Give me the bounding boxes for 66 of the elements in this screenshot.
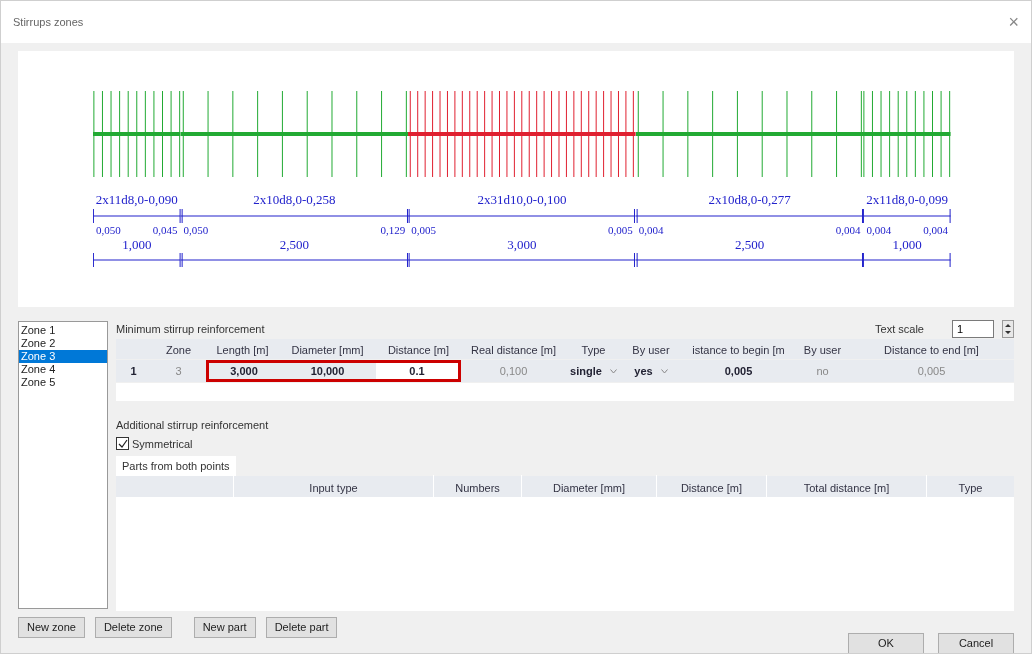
column-header: Total distance [m] xyxy=(803,481,890,494)
column-header: Diameter [mm] xyxy=(291,344,364,356)
checkbox[interactable] xyxy=(116,437,129,451)
stirrup-label: 2x10d8,0-0,258 xyxy=(253,190,336,209)
spinner-arrows-icon[interactable] xyxy=(1002,320,1014,338)
window-title: Stirrups zones xyxy=(13,14,84,30)
column-header: Numbers xyxy=(455,481,500,494)
offset-value: 0,005 xyxy=(411,222,436,238)
dialog-button[interactable]: Delete part xyxy=(265,617,338,638)
column-header: By user xyxy=(803,344,842,356)
column-header: Length [m] xyxy=(216,344,269,356)
column-header: Diameter [mm] xyxy=(552,481,626,494)
offset-value: 0,004 xyxy=(923,222,948,238)
zone-list-item[interactable]: Zone 3 xyxy=(19,350,107,363)
length-value: 2,500 xyxy=(279,236,309,255)
column-header: Distance [m] xyxy=(387,344,450,356)
length-value: 1,000 xyxy=(892,236,922,255)
offset-value: 0,129 xyxy=(380,222,406,238)
section-title: Additional stirrup reinforcement xyxy=(116,418,270,433)
offset-value: 0,050 xyxy=(183,222,209,238)
column-header: istance to begin [m xyxy=(692,344,785,356)
table-cell-text: 1 xyxy=(129,363,138,379)
table-cell-text: 3 xyxy=(174,363,183,379)
checkbox-label: Symmetrical xyxy=(132,436,193,452)
dropdown-value[interactable]: single xyxy=(570,362,602,380)
close-button[interactable]: × xyxy=(1008,13,1019,31)
dialog-button[interactable]: Delete zone xyxy=(94,617,172,638)
column-header: By user xyxy=(632,344,670,356)
dialog-button[interactable]: OK xyxy=(848,633,924,653)
column-header: Input type xyxy=(309,481,358,494)
section-title: Minimum stirrup reinforcement xyxy=(116,321,265,337)
stirrup-label: 2x31d10,0-0,100 xyxy=(477,190,567,209)
table-cell-text: 0,005 xyxy=(723,363,754,379)
offset-value: 0,050 xyxy=(96,222,121,238)
offset-value: 0,045 xyxy=(152,222,178,238)
zone-list-item[interactable]: Zone 1 xyxy=(19,324,107,337)
column-header: Distance [m] xyxy=(680,481,743,494)
text-scale-spinner[interactable]: 1 xyxy=(952,320,994,338)
column-header: Distance to end [m] xyxy=(884,344,979,356)
offset-value: 0,004 xyxy=(638,222,664,238)
length-value: 2,500 xyxy=(735,236,765,255)
column-header: Type xyxy=(581,344,606,356)
column-header: Real distance [m] xyxy=(471,344,556,356)
zone-list-item[interactable]: Zone 2 xyxy=(19,337,107,350)
dialog-button[interactable]: New zone xyxy=(18,617,85,638)
table-cell-text: 0,005 xyxy=(916,363,947,379)
stirrup-label: 2x10d8,0-0,277 xyxy=(708,190,791,209)
zone-list-item[interactable]: Zone 4 xyxy=(19,363,107,376)
table-cell-text: 0,100 xyxy=(498,363,529,379)
length-value: 3,000 xyxy=(507,236,537,255)
tab[interactable]: Parts from both points xyxy=(116,456,236,476)
table-cell-text: no xyxy=(815,363,830,379)
offset-value: 0,005 xyxy=(608,222,633,238)
distance-input[interactable]: 0.1 xyxy=(376,360,461,382)
column-header: Zone xyxy=(165,344,192,356)
text-scale-label: Text scale xyxy=(875,321,924,337)
dropdown-value[interactable]: yes xyxy=(634,362,653,380)
column-header: Type xyxy=(958,481,983,494)
stirrup-label: 2x11d8,0-0,099 xyxy=(866,190,949,209)
dialog-button[interactable]: New part xyxy=(193,617,256,638)
dialog-button[interactable]: Cancel xyxy=(938,633,1014,653)
stirrup-label: 2x11d8,0-0,090 xyxy=(95,190,178,209)
zone-list-item[interactable]: Zone 5 xyxy=(19,376,107,389)
offset-value: 0,004 xyxy=(866,222,892,238)
length-value: 1,000 xyxy=(122,236,152,255)
offset-value: 0,004 xyxy=(835,222,861,238)
